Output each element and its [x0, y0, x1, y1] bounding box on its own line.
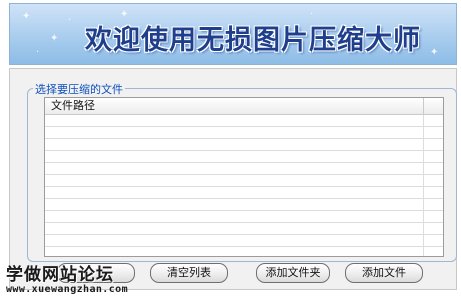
list-row[interactable] [45, 211, 443, 223]
list-row[interactable] [45, 199, 443, 211]
list-row[interactable] [45, 187, 443, 199]
list-row[interactable] [45, 163, 443, 175]
watermark-url: www.xuewangzhan.com [6, 284, 128, 295]
file-list[interactable]: 文件路径 [44, 97, 444, 257]
sparkle-icon: · [36, 47, 40, 58]
add-file-button[interactable]: 添加文件 [345, 263, 423, 283]
list-row[interactable] [45, 235, 443, 247]
watermark: 学做网站论坛 www.xuewangzhan.com [6, 266, 128, 296]
banner-title: 欢迎使用无损图片压缩大师 [85, 25, 421, 56]
clear-list-button[interactable]: 清空列表 [150, 263, 228, 283]
list-row[interactable] [45, 151, 443, 163]
list-header: 文件路径 [45, 98, 443, 115]
list-row[interactable] [45, 127, 443, 139]
list-row[interactable] [45, 175, 443, 187]
sparkle-icon: ✦ [430, 47, 439, 58]
sparkle-icon: ✦ [50, 33, 59, 44]
list-row[interactable] [45, 139, 443, 151]
add-folder-button[interactable]: 添加文件夹 [256, 263, 330, 283]
column-divider[interactable] [423, 98, 424, 114]
list-row[interactable] [45, 115, 443, 127]
group-legend: 选择要压缩的文件 [33, 81, 125, 97]
sparkle-icon: ✦ [22, 11, 31, 22]
sparkle-icon: · [68, 15, 72, 26]
watermark-title: 学做网站论坛 [6, 265, 114, 285]
column-header-file-path[interactable]: 文件路径 [51, 99, 95, 113]
header-banner: ✦ ✦ · · ✦ · · ✦ 欢迎使用无损图片压缩大师 [9, 3, 457, 65]
list-row[interactable] [45, 223, 443, 235]
